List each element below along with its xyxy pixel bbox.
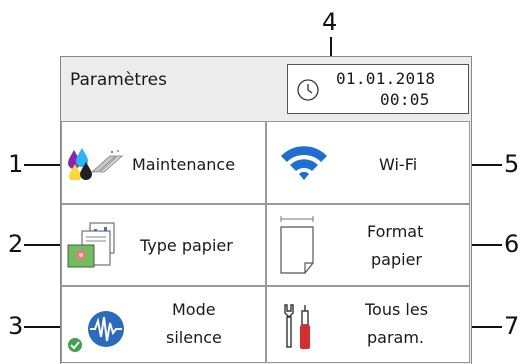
tile-all-settings[interactable]: Tous les param.	[266, 286, 470, 363]
tile-paper-type[interactable]: Type papier	[61, 204, 266, 286]
callout-3-line	[24, 326, 64, 328]
paper-size-label-line1: Format	[367, 222, 424, 241]
callout-5: 5	[504, 150, 520, 178]
paper-size-label-line2: papier	[371, 250, 422, 269]
tile-maintenance[interactable]: Maintenance	[61, 121, 266, 204]
time-text: 00:05	[380, 90, 430, 109]
wifi-label: Wi-Fi	[379, 155, 418, 174]
tile-wifi[interactable]: Wi-Fi	[266, 121, 470, 204]
page-title: Paramètres	[70, 70, 167, 90]
callout-2: 2	[8, 230, 24, 258]
all-settings-label-line2: param.	[367, 328, 425, 347]
paper-type-label: Type papier	[140, 236, 233, 255]
clock-icon	[297, 79, 319, 101]
quiet-mode-label-line1: Mode	[172, 300, 216, 319]
wifi-icon	[281, 146, 327, 180]
date-time-button[interactable]: 01.01.2018 00:05	[287, 64, 469, 114]
tile-quiet-mode[interactable]: Mode silence	[61, 286, 266, 363]
callout-1: 1	[8, 150, 24, 178]
tile-paper-size[interactable]: Format papier	[266, 204, 470, 286]
callout-2-line	[24, 244, 64, 246]
callout-6: 6	[504, 230, 520, 258]
maintenance-label: Maintenance	[132, 155, 236, 174]
callout-5-line	[468, 164, 502, 166]
all-settings-label-line1: Tous les	[365, 300, 429, 319]
date-text: 01.01.2018	[336, 69, 436, 88]
quiet-mode-icon	[68, 311, 124, 352]
paper-size-icon	[280, 216, 314, 274]
ink-drops-icon	[68, 148, 124, 180]
callout-4: 4	[322, 8, 338, 36]
callout-6-line	[468, 244, 502, 246]
quiet-mode-label-line2: silence	[166, 328, 222, 347]
callout-1-line	[24, 164, 64, 166]
callout-3: 3	[8, 312, 24, 340]
settings-grid: Maintenance Wi-Fi Type papier Format pap…	[61, 121, 470, 363]
tools-icon	[284, 304, 310, 349]
callout-7: 7	[504, 312, 520, 340]
callout-7-line	[468, 326, 502, 328]
paper-type-icon	[67, 222, 115, 268]
